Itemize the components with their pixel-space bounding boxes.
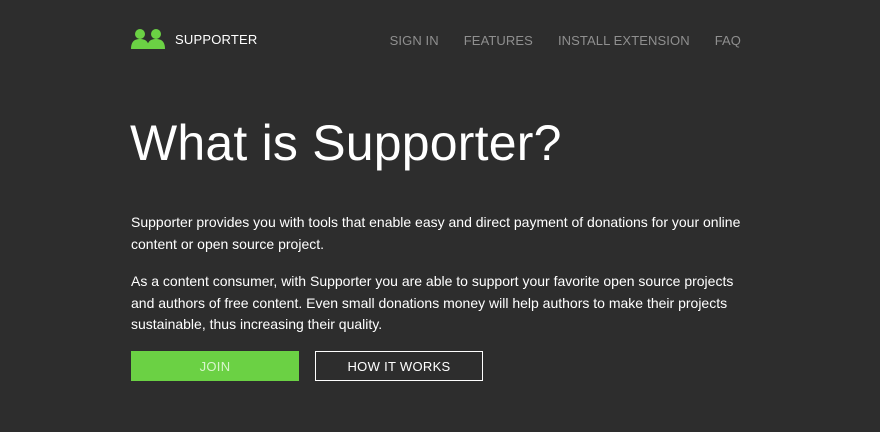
nav-link-sign-in[interactable]: SIGN IN xyxy=(390,33,439,48)
hero-title: What is Supporter? xyxy=(130,115,562,171)
nav-link-faq[interactable]: FAQ xyxy=(715,33,741,48)
nav-link-features[interactable]: FEATURES xyxy=(464,33,533,48)
landing-page: SUPPORTER SIGN IN FEATURES INSTALL EXTEN… xyxy=(0,0,880,432)
intro-paragraph: Supporter provides you with tools that e… xyxy=(131,214,741,252)
brand-name: SUPPORTER xyxy=(175,31,258,47)
nav-link-install-extension[interactable]: INSTALL EXTENSION xyxy=(558,33,690,48)
how-it-works-button[interactable]: HOW IT WORKS xyxy=(315,351,483,381)
join-button[interactable]: JOIN xyxy=(131,351,299,381)
nav-links: SIGN IN FEATURES INSTALL EXTENSION FAQ xyxy=(390,33,741,48)
top-navigation: SUPPORTER SIGN IN FEATURES INSTALL EXTEN… xyxy=(0,0,880,80)
brand-home-link[interactable]: SUPPORTER xyxy=(131,28,257,50)
people-icon xyxy=(131,28,165,50)
consumer-paragraph: As a content consumer, with Supporter yo… xyxy=(131,273,734,332)
